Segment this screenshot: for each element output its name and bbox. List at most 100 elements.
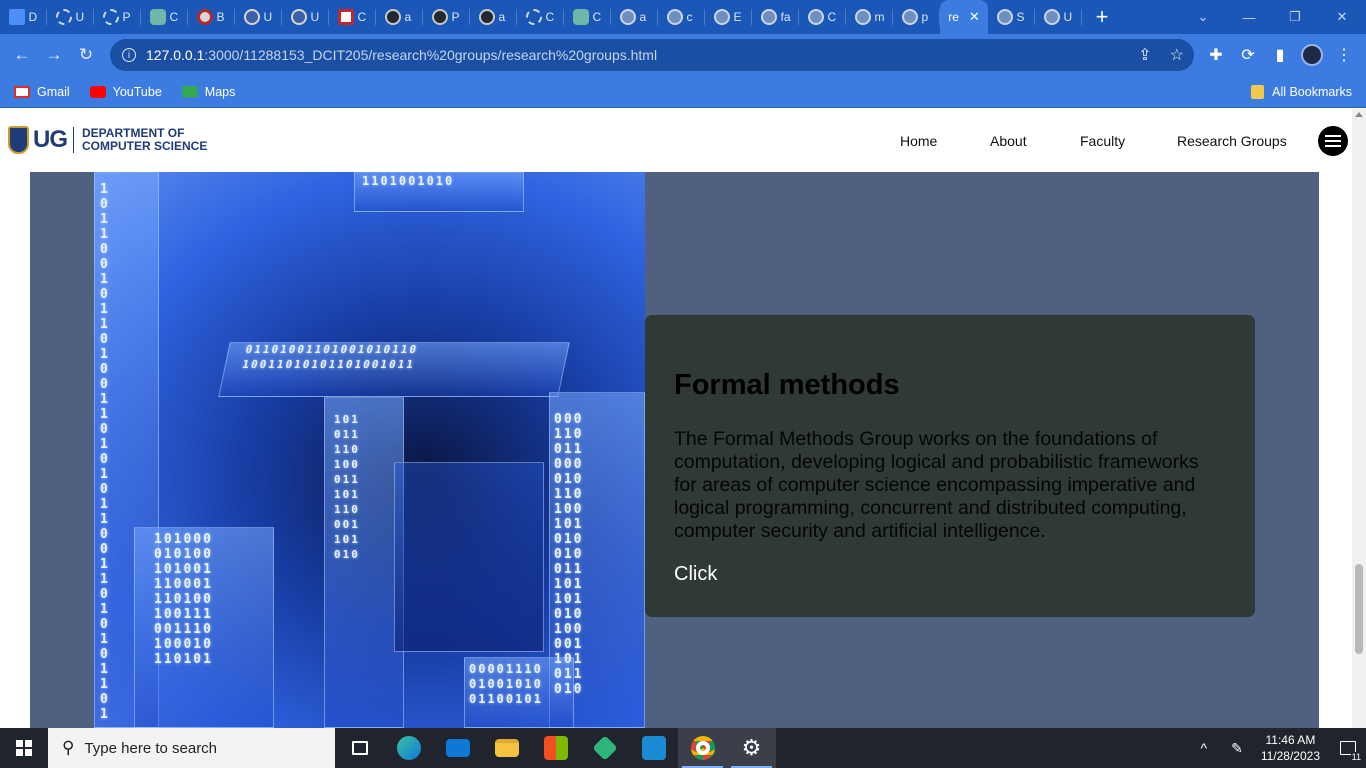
dept-line-2: COMPUTER SCIENCE [82,139,208,153]
university-crest-icon [8,126,29,154]
side-panel-icon[interactable]: ▮ [1268,42,1292,68]
browser-menu-icon[interactable]: ⋮ [1332,42,1356,68]
browser-tab[interactable]: p [893,0,940,34]
tab-label: a [498,10,506,24]
browser-tab[interactable]: a [470,0,517,34]
browser-tab[interactable]: m [846,0,893,34]
system-tray: ^ ✎ 11:46 AM 11/28/2023 11 [1201,728,1366,768]
bookmark-star-icon[interactable]: ☆ [1170,45,1184,65]
store-icon[interactable] [531,728,580,768]
close-window-button[interactable]: ✕ [1318,0,1366,34]
windows-logo-icon [16,740,32,756]
browser-tab[interactable]: P [94,0,141,34]
chatgpt-icon [149,9,166,25]
sync-extension-icon[interactable]: ⟳ [1236,42,1260,68]
edge-icon[interactable] [384,728,433,768]
nav-home[interactable]: Home [900,109,937,172]
browser-tab[interactable]: S [988,0,1035,34]
close-tab-icon[interactable]: ✕ [969,9,980,25]
clock-time: 11:46 AM [1265,733,1316,747]
loading-icon [102,9,119,25]
tab-search-button[interactable]: ⌄ [1180,0,1226,34]
tab-label: P [122,10,131,24]
browser-tab[interactable]: U [282,0,329,34]
task-view-icon[interactable] [335,728,384,768]
browser-tab-active[interactable]: re ✕ [940,0,988,34]
page-scrollbar[interactable] [1352,109,1366,728]
browser-tab[interactable]: B [188,0,235,34]
vscode-icon[interactable] [629,728,678,768]
browser-tab[interactable]: U [1035,0,1082,34]
notifications-icon[interactable]: 11 [1330,728,1366,768]
browser-tab[interactable]: C [517,0,564,34]
globe-icon [807,9,824,25]
browser-tab[interactable]: C [799,0,846,34]
nav-faculty[interactable]: Faculty [1080,109,1125,172]
new-tab-button[interactable]: + [1082,0,1122,34]
tab-label: C [827,10,837,24]
bookmark-gmail[interactable]: Gmail [14,85,70,99]
tab-label: C [592,10,602,24]
logo-ug-text: UG [33,126,68,153]
browser-tab[interactable]: c [658,0,705,34]
browser-tab[interactable]: C [564,0,611,34]
all-bookmarks-button[interactable]: All Bookmarks [1251,76,1352,108]
site-info-icon[interactable]: i [122,48,136,62]
gmail-icon [14,85,30,98]
minimize-button[interactable]: — [1226,0,1272,34]
globe-icon [901,9,918,25]
site-logo[interactable]: UG DEPARTMENT OF COMPUTER SCIENCE [8,126,207,154]
restore-button[interactable]: ❐ [1272,0,1318,34]
tab-label: B [216,10,225,24]
scrollbar-thumb[interactable] [1355,564,1363,654]
reload-button[interactable]: ↻ [70,39,102,71]
address-bar[interactable]: i 127.0.0.1:3000/11288153_DCIT205/resear… [110,39,1194,71]
bookmark-maps[interactable]: Maps [181,85,235,99]
forward-button[interactable]: → [38,39,70,71]
group-title: Formal methods [674,369,900,401]
browser-tab[interactable]: a [376,0,423,34]
browser-tab[interactable]: C [141,0,188,34]
tab-label: C [169,10,179,24]
show-hidden-icons-icon[interactable]: ^ [1201,740,1208,756]
file-explorer-icon[interactable] [482,728,531,768]
browser-tab[interactable]: fa [752,0,799,34]
folder-icon [1251,85,1265,99]
browser-tab[interactable]: C [329,0,376,34]
tab-label: U [263,10,273,24]
nav-research-groups[interactable]: Research Groups [1177,109,1287,172]
all-bookmarks-label: All Bookmarks [1272,85,1352,99]
taskbar: ⚲ Type here to search ⚙ ^ ✎ 11:46 AM 11/… [0,728,1366,768]
globe-icon [1043,9,1060,25]
hamburger-menu-icon[interactable] [1318,126,1348,156]
globe-icon [996,9,1013,25]
settings-icon[interactable]: ⚙ [727,728,776,768]
chrome-icon[interactable] [678,728,727,768]
share-icon[interactable]: ⇪ [1138,45,1151,65]
start-button[interactable] [0,728,48,768]
browser-tab[interactable]: U [235,0,282,34]
taskbar-search[interactable]: ⚲ Type here to search [48,728,335,768]
tab-label: m [874,10,885,24]
back-button[interactable]: ← [6,39,38,71]
group-link[interactable]: Click [674,563,717,585]
pen-icon[interactable]: ✎ [1231,740,1243,757]
profile-avatar[interactable] [1300,42,1324,68]
extensions-icon[interactable]: ✚ [1204,42,1228,68]
site-header: UG DEPARTMENT OF COMPUTER SCIENCE Home A… [0,109,1352,172]
globe-icon [619,9,636,25]
git-icon[interactable] [580,728,629,768]
nav-about[interactable]: About [990,109,1027,172]
tab-label: U [1063,10,1073,24]
globe-icon [854,9,871,25]
browser-tab[interactable]: a [611,0,658,34]
browser-tab[interactable]: P [423,0,470,34]
bookmark-label: Gmail [37,84,70,99]
clock[interactable]: 11:46 AM 11/28/2023 [1261,732,1320,764]
scroll-up-icon[interactable] [1355,112,1363,117]
browser-tab[interactable]: D [0,0,47,34]
browser-tab[interactable]: E [705,0,752,34]
bookmark-youtube[interactable]: YouTube [89,85,162,99]
mail-icon[interactable] [433,728,482,768]
browser-tab[interactable]: U [47,0,94,34]
